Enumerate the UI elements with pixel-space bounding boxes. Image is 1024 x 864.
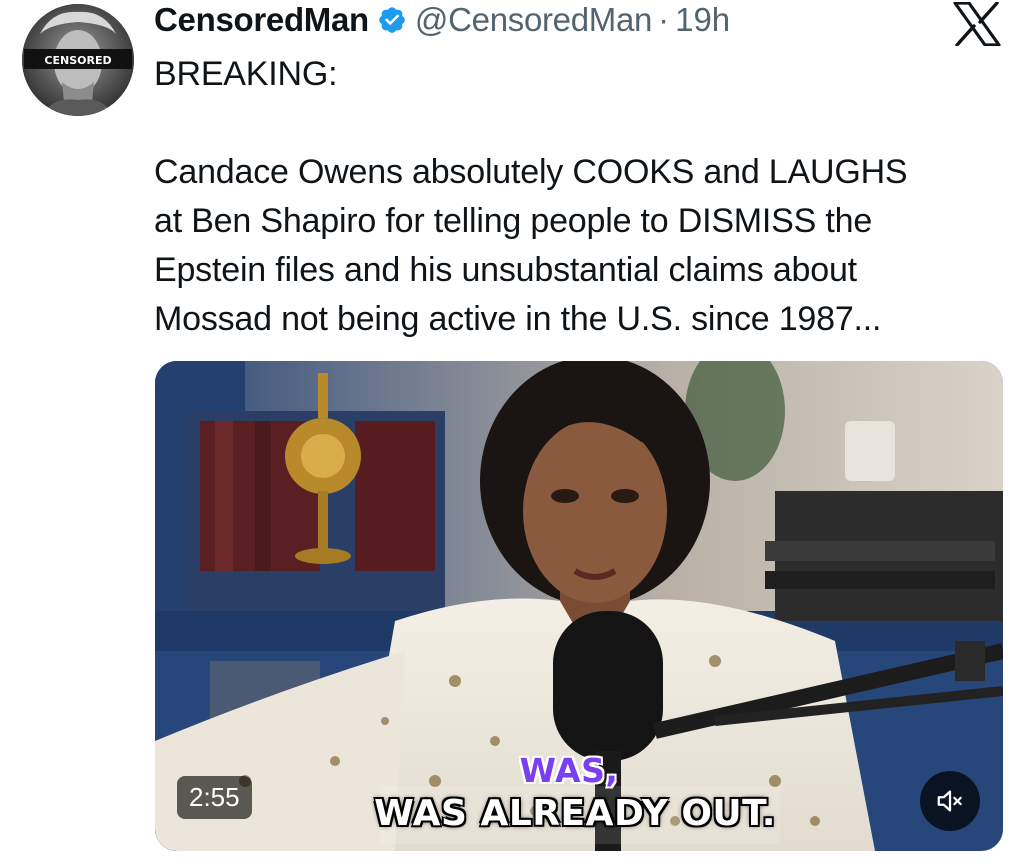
x-logo-icon[interactable] xyxy=(953,1,1001,47)
tweet-text-line: Epstein files and his unsubstantial clai… xyxy=(154,251,857,289)
tweet-text-line: at Ben Shapiro for telling people to DIS… xyxy=(154,202,873,240)
author-display-name[interactable]: CensoredMan xyxy=(154,1,369,39)
tweet-card: CENSORED CensoredMan @CensoredMan · 19h … xyxy=(0,0,1024,864)
tweet-text: BREAKING: Candace Owens absolutely COOKS… xyxy=(154,50,1014,344)
tweet-text-line: Mossad not being active in the U.S. sinc… xyxy=(154,300,882,338)
tweet-header: CensoredMan @CensoredMan · 19h xyxy=(154,0,730,40)
verified-badge-icon xyxy=(377,5,407,35)
avatar-image: CENSORED xyxy=(22,4,134,116)
speaker-muted-icon xyxy=(937,790,962,812)
video-duration: 2:55 xyxy=(177,776,252,819)
author-avatar[interactable]: CENSORED xyxy=(22,4,134,116)
video-caption-main: WAS ALREADY OUT. xyxy=(374,793,776,834)
mute-button[interactable] xyxy=(920,771,980,831)
tweet-text-line: Candace Owens absolutely COOKS and LAUGH… xyxy=(154,153,908,191)
avatar-badge-text: CENSORED xyxy=(44,54,111,67)
header-separator: · xyxy=(658,1,670,38)
author-handle[interactable]: @CensoredMan xyxy=(415,1,652,39)
video-caption-top: WAS, xyxy=(519,751,619,790)
tweet-text-line: BREAKING: xyxy=(154,55,338,93)
video-player[interactable]: WAS, WAS ALREADY OUT. 2:55 xyxy=(155,361,1003,851)
tweet-timestamp[interactable]: 19h xyxy=(675,1,730,39)
